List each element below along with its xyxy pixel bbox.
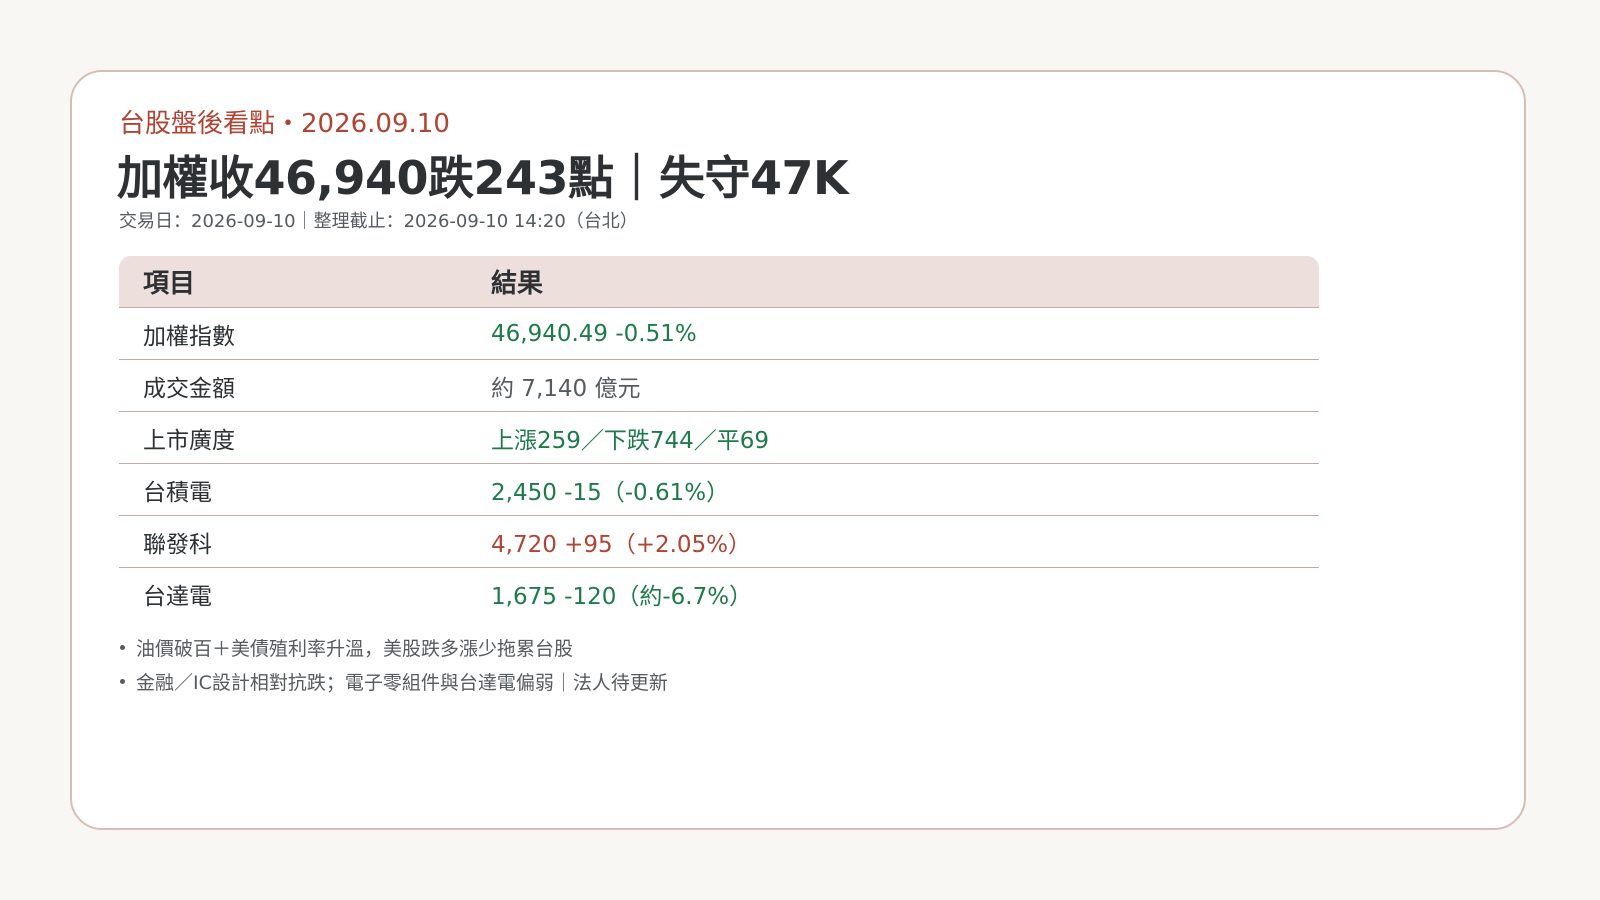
header-item: 項目 bbox=[143, 269, 196, 299]
row-value: 1,675 -120（約-6.7%） bbox=[491, 584, 753, 610]
bullet-icon bbox=[120, 678, 125, 684]
table-row: 台積電 2,450 -15（-0.61%） bbox=[119, 464, 1319, 516]
row-value: 上漲259／下跌744／平69 bbox=[491, 427, 770, 454]
list-item: 油價破百＋美債殖利率升溫，美股跌多漲少拖累台股 bbox=[119, 630, 668, 664]
table-row: 加權指數 46,940.49 -0.51% bbox=[119, 308, 1319, 360]
market-table: 項目 結果 加權指數 46,940.49 -0.51% 成交金額 約 7,140… bbox=[119, 256, 1319, 620]
row-value: 4,720 +95（+2.05%） bbox=[491, 531, 752, 558]
row-label: 聯發科 bbox=[143, 531, 212, 558]
list-item: 金融／IC設計相對抗跌；電子零組件與台達電偏弱｜法人待更新 bbox=[119, 664, 668, 698]
header-result: 結果 bbox=[491, 269, 544, 299]
notes-list: 油價破百＋美債殖利率升溫，美股跌多漲少拖累台股 金融／IC設計相對抗跌；電子零組… bbox=[119, 630, 668, 698]
table-row: 成交金額 約 7,140 億元 bbox=[119, 360, 1319, 412]
table-header: 項目 結果 bbox=[119, 256, 1319, 308]
trade-date-meta: 交易日：2026-09-10｜整理截止：2026-09-10 14:20（台北） bbox=[119, 211, 638, 232]
table-row: 上市廣度 上漲259／下跌744／平69 bbox=[119, 412, 1319, 464]
table-row: 台達電 1,675 -120（約-6.7%） bbox=[119, 568, 1319, 620]
row-value: 2,450 -15（-0.61%） bbox=[491, 479, 730, 506]
headline: 加權收46,940跌243點｜失守47K bbox=[117, 151, 849, 205]
market-summary-card: 台股盤後看點・2026.09.10 加權收46,940跌243點｜失守47K 交… bbox=[70, 70, 1526, 830]
table-row: 聯發科 4,720 +95（+2.05%） bbox=[119, 516, 1319, 568]
note-text: 金融／IC設計相對抗跌；電子零組件與台達電偏弱｜法人待更新 bbox=[136, 671, 668, 694]
row-label: 加權指數 bbox=[143, 323, 235, 350]
row-label: 上市廣度 bbox=[143, 427, 235, 454]
row-label: 台達電 bbox=[143, 584, 212, 610]
row-label: 台積電 bbox=[143, 479, 212, 506]
bullet-icon bbox=[120, 644, 125, 650]
kicker: 台股盤後看點・2026.09.10 bbox=[119, 109, 450, 139]
row-label: 成交金額 bbox=[143, 375, 235, 402]
note-text: 油價破百＋美債殖利率升溫，美股跌多漲少拖累台股 bbox=[136, 637, 574, 660]
row-value: 約 7,140 億元 bbox=[491, 375, 641, 402]
row-value: 46,940.49 -0.51% bbox=[491, 320, 697, 347]
